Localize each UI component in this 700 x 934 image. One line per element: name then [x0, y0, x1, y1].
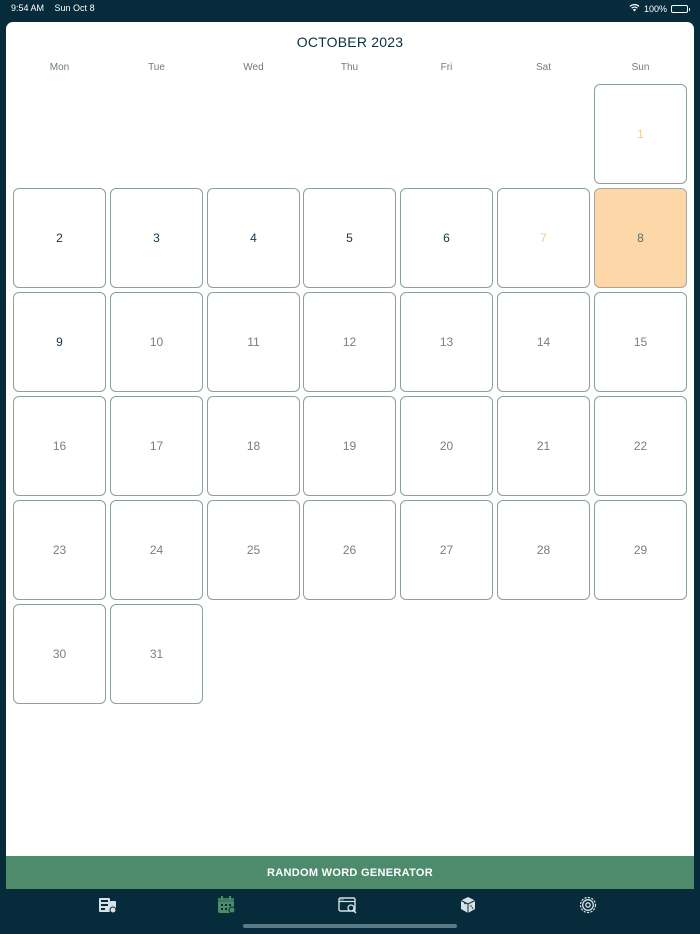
day-cell[interactable]: 22 [594, 396, 687, 496]
day-cell[interactable]: 29 [594, 500, 687, 600]
battery-icon [671, 4, 690, 13]
day-cell[interactable]: 13 [400, 292, 493, 392]
day-cell[interactable]: 24 [110, 500, 203, 600]
day-cell[interactable]: 15 [594, 292, 687, 392]
browser-search-icon [338, 896, 358, 919]
cube-icon [459, 896, 477, 919]
status-date: Sun Oct 8 [54, 3, 95, 13]
day-cell[interactable]: 4 [207, 188, 300, 288]
day-cell[interactable]: 18 [207, 396, 300, 496]
calendar-panel: OCTOBER 2023 Mon Tue Wed Thu Fri Sat Sun 12345… [6, 22, 694, 856]
day-cell[interactable]: 17 [110, 396, 203, 496]
word-list-icon [98, 896, 118, 919]
day-cell[interactable]: 6 [400, 188, 493, 288]
status-time: 9:54 AM [11, 3, 45, 13]
day-cell[interactable]: 21 [497, 396, 590, 496]
day-cell[interactable]: 7 [497, 188, 590, 288]
day-cell[interactable]: 10 [110, 292, 203, 392]
month-title: OCTOBER 2023 [296, 34, 404, 50]
weekday-sun: Sun [631, 62, 650, 73]
tab-word-list[interactable] [97, 896, 119, 918]
day-cell[interactable]: 25 [207, 500, 300, 600]
day-cell[interactable]: 2 [13, 188, 106, 288]
day-cell[interactable]: 11 [207, 292, 300, 392]
day-cell[interactable]: 12 [303, 292, 396, 392]
weekday-thu: Thu [340, 62, 359, 73]
day-cell[interactable]: 28 [497, 500, 590, 600]
day-cell[interactable]: 5 [303, 188, 396, 288]
settings-gear-icon [579, 896, 597, 919]
home-indicator [243, 924, 457, 928]
day-cell[interactable]: 30 [13, 604, 106, 704]
battery-percent: 100% [643, 3, 667, 14]
tab-calendar[interactable] [216, 895, 238, 919]
weekday-mon: Mon [49, 62, 70, 73]
weekday-fri: Fri [440, 62, 453, 73]
day-cell-today[interactable]: 8 [594, 188, 687, 288]
status-right: 100% [629, 3, 690, 14]
random-word-generator-button[interactable]: RANDOM WORD GENERATOR [6, 856, 694, 889]
day-cell[interactable]: 27 [400, 500, 493, 600]
status-left: 9:54 AM Sun Oct 8 [11, 3, 103, 13]
day-cell[interactable]: 16 [13, 396, 106, 496]
day-cell[interactable]: 20 [400, 396, 493, 496]
tab-settings[interactable] [577, 896, 599, 918]
wifi-icon [629, 3, 640, 14]
weekday-sat: Sat [535, 62, 551, 73]
day-cell[interactable]: 19 [303, 396, 396, 496]
day-cell[interactable]: 14 [497, 292, 590, 392]
day-cell[interactable]: 3 [110, 188, 203, 288]
day-cell[interactable]: 31 [110, 604, 203, 704]
calendar-icon [217, 895, 237, 919]
weekday-tue: Tue [148, 62, 165, 73]
tab-browser-search[interactable] [337, 896, 359, 918]
status-bar: 9:54 AM Sun Oct 8 100% [0, 0, 700, 18]
tab-cube[interactable] [457, 896, 479, 918]
weekday-wed: Wed [243, 62, 264, 73]
day-cell[interactable]: 9 [13, 292, 106, 392]
day-cell[interactable]: 23 [13, 500, 106, 600]
day-cell[interactable]: 26 [303, 500, 396, 600]
day-cell[interactable]: 1 [594, 84, 687, 184]
